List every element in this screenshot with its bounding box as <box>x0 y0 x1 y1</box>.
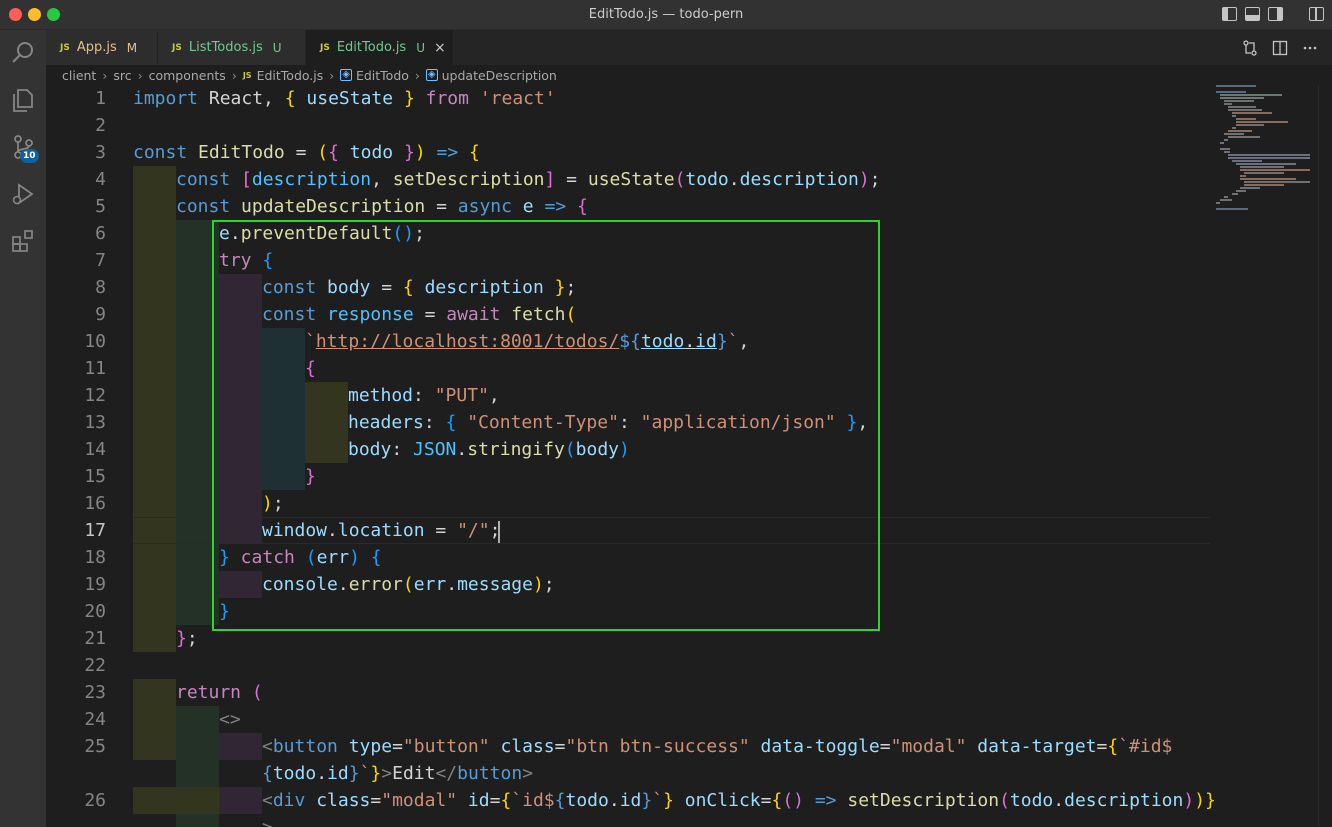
js-file-icon: JS <box>242 70 252 80</box>
extensions-icon[interactable] <box>0 218 46 264</box>
chevron-right-icon: › <box>102 67 108 83</box>
run-debug-icon[interactable] <box>0 171 46 217</box>
line-number: 19 <box>84 574 106 595</box>
line-number-current: 17 <box>84 520 106 541</box>
tab-label: App.js <box>76 40 117 55</box>
line-number: 4 <box>95 169 106 190</box>
highlight-annotation-box <box>212 220 880 631</box>
code-editor[interactable]: 1 2 3 4 5 6 7 8 9 10 11 12 13 14 15 16 1… <box>46 85 1332 827</box>
js-file-icon: JS <box>172 42 182 53</box>
code-line-26-wrap: > <box>262 817 273 827</box>
breadcrumb-symbol[interactable]: EditTodo <box>356 68 409 83</box>
chevron-right-icon: › <box>329 67 335 83</box>
line-number: 14 <box>84 439 106 460</box>
breadcrumb-item[interactable]: src <box>113 68 131 83</box>
close-tab-icon[interactable]: × <box>434 40 446 56</box>
line-number: 18 <box>84 547 106 568</box>
code-line-24: <> <box>219 709 241 730</box>
breadcrumb-item[interactable]: client <box>62 68 96 83</box>
files-icon[interactable] <box>0 77 46 123</box>
activity-bar: 10 <box>0 30 46 827</box>
breadcrumb: client › src › components › JS EditTodo.js ›… <box>46 65 1332 85</box>
source-control-icon[interactable]: 10 <box>0 124 46 170</box>
js-file-icon: JS <box>320 42 330 53</box>
chevron-right-icon: › <box>137 67 143 83</box>
line-number: 24 <box>84 709 106 730</box>
indent-guide <box>133 787 219 814</box>
line-number: 1 <box>95 88 106 109</box>
indent-guide <box>133 679 176 760</box>
open-changes-icon[interactable] <box>1242 39 1258 56</box>
symbol-variable-icon: ◈ <box>340 69 352 81</box>
line-number: 26 <box>84 790 106 811</box>
chevron-right-icon: › <box>414 67 420 83</box>
code-line-25-wrap: {todo.id}`}>Edit</button> <box>262 763 534 784</box>
tab-app-js[interactable]: JS App.js M <box>46 30 158 65</box>
minimap[interactable] <box>1210 85 1314 827</box>
vertical-scrollbar[interactable] <box>1318 85 1332 827</box>
code-line-23: return ( <box>176 682 263 703</box>
customize-layout-icon[interactable] <box>1309 7 1324 21</box>
code-line-25: <button type="button" class="btn btn-suc… <box>262 736 1173 757</box>
indent-guide <box>219 733 262 760</box>
toggle-panel-icon[interactable] <box>1245 7 1260 21</box>
line-number: 5 <box>95 196 106 217</box>
indent-guide <box>219 787 262 814</box>
code-line-21: }; <box>176 628 198 649</box>
title-bar: EditTodo.js — todo-pern <box>0 0 1332 30</box>
tab-status: M <box>126 40 138 55</box>
line-number: 8 <box>95 277 106 298</box>
line-number: 6 <box>95 223 106 244</box>
code-line-4: const [description, setDescription] = us… <box>176 169 881 190</box>
code-line-26: <div class="modal" id={`id${todo.id}`} o… <box>262 790 1216 811</box>
code-line-5: const updateDescription = async e => { <box>176 196 588 217</box>
toggle-primary-sidebar-icon[interactable] <box>1222 7 1237 21</box>
line-number: 13 <box>84 412 106 433</box>
line-number: 2 <box>95 115 106 136</box>
code-line-1: import React, { useState } from 'react' <box>133 88 556 109</box>
line-number: 11 <box>84 358 106 379</box>
window-title: EditTodo.js — todo-pern <box>588 7 744 22</box>
line-number: 15 <box>84 466 106 487</box>
tab-status: U <box>272 40 282 55</box>
more-actions-icon[interactable] <box>1302 40 1318 56</box>
line-number: 7 <box>95 250 106 271</box>
line-number: 20 <box>84 601 106 622</box>
tab-listtodos-js[interactable]: JS ListTodos.js U <box>158 30 306 65</box>
tab-bar: JS App.js M JS ListTodos.js U JS EditTod… <box>46 30 1332 65</box>
tab-label: ListTodos.js <box>188 40 263 55</box>
line-number: 9 <box>95 304 106 325</box>
tab-edittodo-js[interactable]: JS EditTodo.js U × <box>306 30 454 65</box>
breadcrumb-symbol[interactable]: updateDescription <box>442 68 557 83</box>
code-line-3: const EditTodo = ({ todo }) => { <box>133 142 480 163</box>
split-editor-icon[interactable] <box>1272 40 1288 56</box>
breadcrumb-file[interactable]: EditTodo.js <box>257 68 324 83</box>
tab-status: U <box>416 40 425 55</box>
js-file-icon: JS <box>60 42 70 53</box>
indent-guide <box>133 166 176 652</box>
line-number: 10 <box>84 331 106 352</box>
toggle-secondary-sidebar-icon[interactable] <box>1268 7 1283 21</box>
line-number: 25 <box>84 736 106 757</box>
search-icon[interactable] <box>0 30 46 76</box>
line-number: 3 <box>95 142 106 163</box>
source-control-badge: 10 <box>20 149 39 163</box>
chevron-right-icon: › <box>231 67 237 83</box>
line-number: 16 <box>84 493 106 514</box>
line-number: 23 <box>84 682 106 703</box>
line-number: 12 <box>84 385 106 406</box>
breadcrumb-item[interactable]: components <box>149 68 226 83</box>
line-number: 22 <box>84 655 106 676</box>
tab-label: EditTodo.js <box>336 40 407 55</box>
line-number: 21 <box>84 628 106 649</box>
symbol-variable-icon: ◈ <box>425 69 438 81</box>
